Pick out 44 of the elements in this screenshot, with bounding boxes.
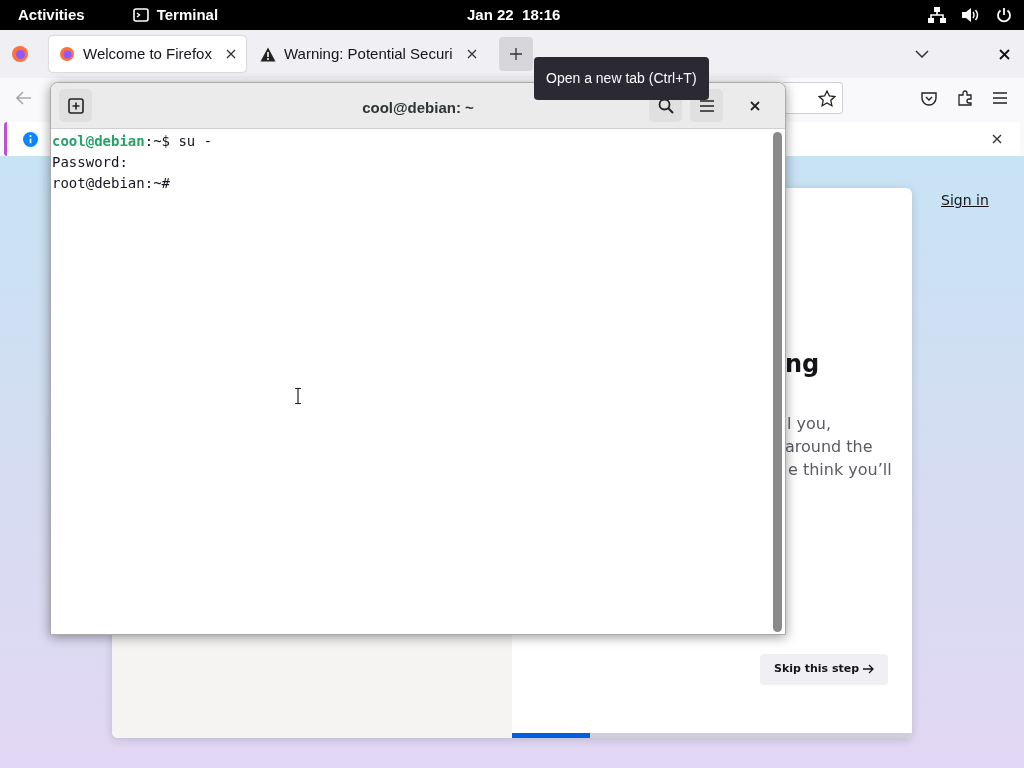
body-text: e think you’ll <box>788 459 892 481</box>
menu-icon <box>699 99 714 112</box>
window-title: cool@debian: ~ <box>362 98 474 118</box>
page-heading: ng <box>785 349 820 380</box>
skip-button[interactable]: Skip this step <box>760 654 889 685</box>
close-icon[interactable] <box>750 100 760 111</box>
chevron-down-icon[interactable] <box>915 50 929 58</box>
body-text: around the <box>785 436 874 458</box>
terminal-line: cool@debian:~$ su - <box>52 132 213 151</box>
plus-box-icon <box>67 97 84 114</box>
search-icon <box>657 97 674 114</box>
info-icon <box>23 131 38 147</box>
power-icon[interactable] <box>996 7 1012 23</box>
terminal-line: Password: <box>52 153 128 172</box>
tooltip: Open a new tab (Ctrl+T) <box>534 57 709 100</box>
menu-icon[interactable] <box>993 92 1007 104</box>
app-menu[interactable]: Terminal <box>156 3 219 27</box>
arrow-right-icon <box>863 664 875 675</box>
close-icon[interactable] <box>225 49 236 59</box>
network-icon[interactable] <box>928 7 946 23</box>
pocket-icon[interactable] <box>921 90 937 106</box>
body-text: l you, <box>787 413 832 435</box>
sign-in-link[interactable]: Sign in <box>941 190 989 211</box>
clock[interactable]: Jan 22 18:16 <box>467 3 561 27</box>
terminal-line: root@debian:~# <box>52 174 170 193</box>
url-field[interactable] <box>783 82 843 114</box>
plus-icon <box>509 48 522 60</box>
browser-tab[interactable]: Welcome to Firefox <box>49 36 246 72</box>
terminal-icon <box>132 8 149 22</box>
scrollbar[interactable] <box>773 132 782 632</box>
new-tab-button[interactable] <box>498 37 533 71</box>
firefox-icon[interactable] <box>11 45 29 63</box>
close-icon[interactable] <box>466 49 477 59</box>
volume-icon[interactable] <box>962 7 980 23</box>
puzzle-icon[interactable] <box>957 90 973 106</box>
warning-icon <box>259 46 276 62</box>
close-icon[interactable] <box>992 134 1002 144</box>
star-icon[interactable] <box>818 89 836 107</box>
activities-button[interactable]: Activities <box>18 3 85 27</box>
text-cursor-icon <box>295 388 301 404</box>
firefox-icon <box>59 46 75 62</box>
browser-tab[interactable]: Warning: Potential Securi <box>249 36 487 72</box>
new-tab-button[interactable] <box>59 89 92 122</box>
close-icon[interactable] <box>999 48 1010 60</box>
